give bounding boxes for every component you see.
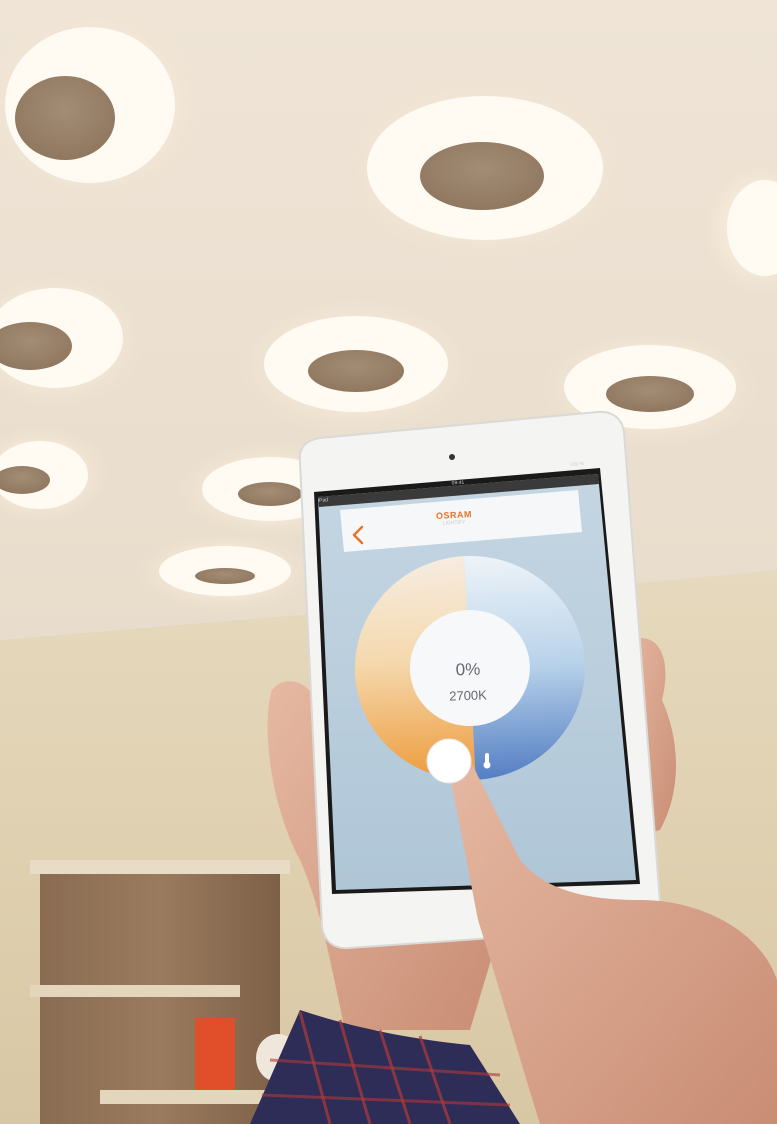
wheel-handle[interactable] (425, 737, 473, 785)
back-button[interactable] (346, 522, 372, 548)
photo-scene (0, 0, 777, 1124)
chevron-left-icon (352, 525, 364, 545)
